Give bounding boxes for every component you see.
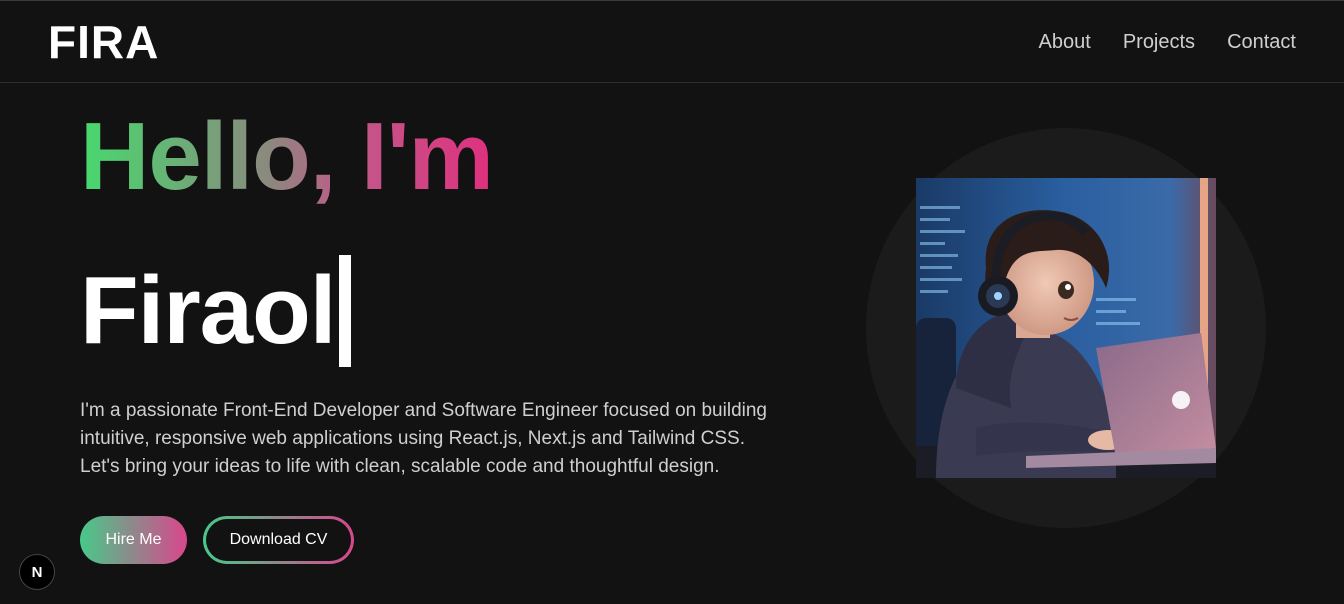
- portfolio-page: FIRA About Projects Contact Hello, I'm F…: [0, 0, 1344, 604]
- download-cv-button[interactable]: Download CV: [203, 516, 354, 564]
- hero-greeting: Hello, I'm: [80, 101, 494, 213]
- download-cv-label: Download CV: [206, 519, 351, 561]
- hero-buttons: Hire Me Download CV: [80, 516, 354, 564]
- hero-name: Firaol: [80, 257, 336, 364]
- hero-intro: Hello, I'm Firaol I'm a passionate Front…: [80, 101, 880, 564]
- avatar-illustration-svg: [916, 178, 1216, 478]
- nav-link-projects[interactable]: Projects: [1123, 29, 1195, 55]
- hero-bio: I'm a passionate Front-End Developer and…: [80, 397, 880, 481]
- bio-line: Let's bring your ideas to life with clea…: [80, 456, 720, 477]
- nextjs-logo-icon[interactable]: N: [19, 554, 55, 590]
- hero-name-line: Firaol: [80, 251, 352, 371]
- bio-line: intuitive, responsive web applications u…: [80, 428, 745, 449]
- typing-cursor: [339, 255, 352, 367]
- nav-link-contact[interactable]: Contact: [1227, 29, 1296, 55]
- navbar: FIRA About Projects Contact: [0, 1, 1344, 83]
- nav-link-about[interactable]: About: [1039, 29, 1091, 55]
- bio-line: I'm a passionate Front-End Developer and…: [80, 400, 767, 421]
- developer-avatar-illustration: [916, 178, 1216, 478]
- site-logo[interactable]: FIRA: [48, 15, 159, 69]
- hire-me-button[interactable]: Hire Me: [80, 516, 187, 564]
- nav-links: About Projects Contact: [1039, 29, 1296, 55]
